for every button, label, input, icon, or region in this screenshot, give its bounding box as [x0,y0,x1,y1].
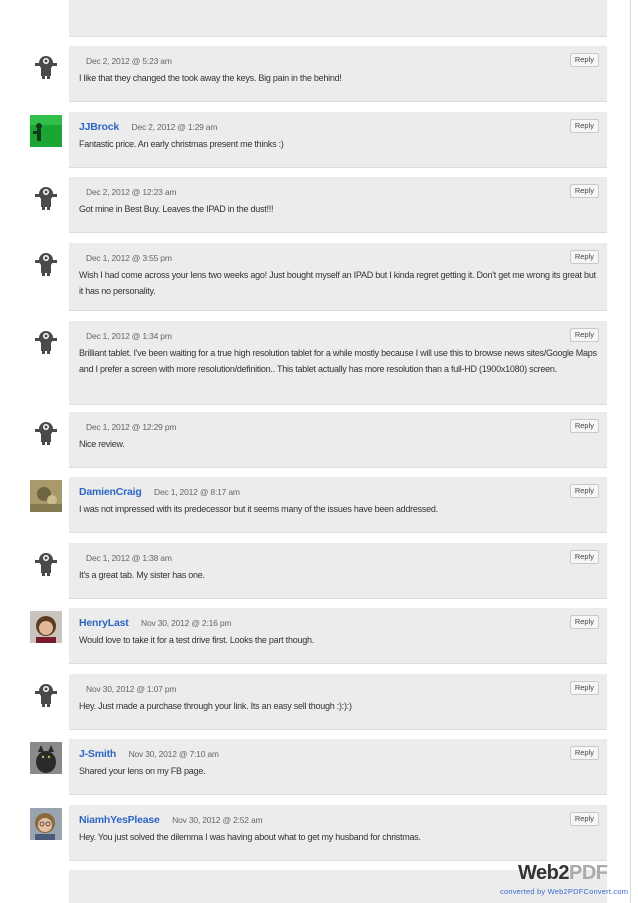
comment-meta: Dec 1, 2012 @ 3:55 pm [79,250,597,264]
robot-avatar-icon [30,415,62,447]
comment-meta: HenryLast Nov 30, 2012 @ 2:16 pm [79,615,597,629]
web2pdf-logo-wordmark: Web2PDF [518,862,608,885]
reply-button[interactable]: Reply [569,746,599,760]
logo-web-text: Web2 [518,862,569,884]
comment-box: Dec 1, 2012 @ 12:29 pm Nice review. Repl… [69,412,607,468]
comment-meta: J-Smith Nov 30, 2012 @ 7:10 am [79,746,597,760]
comment-text: Fantastic price. An early christmas pres… [79,139,284,149]
comment-date: Dec 1, 2012 @ 12:29 pm [86,422,177,432]
comment-meta: JJBrock Dec 2, 2012 @ 1:29 am [79,119,597,133]
comment-box: Dec 1, 2012 @ 1:38 am It's a great tab. … [69,543,607,599]
comment-text: Would love to take it for a test drive f… [79,635,314,645]
comment-meta: Dec 2, 2012 @ 12:23 am [79,184,597,198]
reply-button[interactable]: Reply [569,550,599,564]
comment-meta: NiamhYesPlease Nov 30, 2012 @ 2:52 am [79,812,597,826]
comment-date: Dec 1, 2012 @ 8:17 am [154,487,240,497]
comment-text: Nice review. [79,439,125,449]
robot-avatar-icon [30,546,62,578]
converted-by-text: converted by Web2PDFConvert.com [500,887,629,896]
comment-date: Dec 2, 2012 @ 12:23 am [86,187,177,197]
comment-box: JJBrock Dec 2, 2012 @ 1:29 am Fantastic … [69,112,607,168]
comment-box: NiamhYesPlease Nov 30, 2012 @ 2:52 am He… [69,805,607,861]
comment-author-link[interactable]: HenryLast [79,617,129,629]
comment-text: Wish I had come across your lens two wee… [79,270,596,296]
comment-meta: Dec 1, 2012 @ 1:34 pm [79,328,597,342]
comment-text: Got mine in Best Buy. Leaves the IPAD in… [79,204,274,214]
comment-text: Hey. Just made a purchase through your l… [79,701,352,711]
robot-avatar-icon [30,180,62,212]
comment-date: Nov 30, 2012 @ 1:07 pm [86,684,177,694]
robot-avatar-icon [30,49,62,81]
reply-button[interactable]: Reply [569,615,599,629]
comment-text: Shared your lens on my FB page. [79,766,206,776]
robot-avatar-icon [30,246,62,278]
comment-date: Dec 1, 2012 @ 3:55 pm [86,253,172,263]
photo-avatar-icon [30,480,62,512]
comment-meta: DamienCraig Dec 1, 2012 @ 8:17 am [79,484,597,498]
robot-avatar-icon [30,324,62,356]
reply-button[interactable]: Reply [569,681,599,695]
comment-author-link[interactable]: JJBrock [79,121,119,133]
reply-button[interactable]: Reply [569,119,599,133]
comment-text: It's a great tab. My sister has one. [79,570,205,580]
logo-pdf-text: PDF [568,862,608,884]
comment-author-link[interactable]: DamienCraig [79,486,142,498]
reply-button[interactable]: Reply [569,812,599,826]
comment-date: Nov 30, 2012 @ 7:10 am [128,749,219,759]
comment-box: Dec 1, 2012 @ 3:55 pm Wish I had come ac… [69,243,607,311]
comment-text: I like that they changed the took away t… [79,73,342,83]
comment-date: Nov 30, 2012 @ 2:16 pm [141,618,232,628]
comment-text: I was not impressed with its predecessor… [79,504,438,514]
comment-date: Dec 2, 2012 @ 5:23 am [86,56,172,66]
page-edge-divider [630,0,631,903]
comment-box: HenryLast Nov 30, 2012 @ 2:16 pm Would l… [69,608,607,664]
cat-photo-avatar-icon [30,742,62,774]
comment-date: Dec 1, 2012 @ 1:38 am [86,553,172,563]
green-figure-avatar-icon [30,115,62,147]
comment-box: Nov 30, 2012 @ 1:07 pm Hey. Just made a … [69,674,607,730]
comment-box: DamienCraig Dec 1, 2012 @ 8:17 am I was … [69,477,607,533]
comment-meta: Dec 1, 2012 @ 12:29 pm [79,419,597,433]
comment-text: Brilliant tablet. I've been waiting for … [79,348,597,374]
comment-box: Dec 2, 2012 @ 5:23 am I like that they c… [69,46,607,102]
photo-avatar-icon [30,808,62,840]
reply-button[interactable]: Reply [569,419,599,433]
reply-button[interactable]: Reply [569,328,599,342]
comment-text: Hey. You just solved the dilemma I was h… [79,832,421,842]
comment-meta: Nov 30, 2012 @ 1:07 pm [79,681,597,695]
reply-button[interactable]: Reply [569,53,599,67]
previous-comment-stub [69,0,607,37]
comment-date: Dec 2, 2012 @ 1:29 am [131,122,218,132]
comment-author-link[interactable]: J-Smith [79,748,116,760]
reply-button[interactable]: Reply [569,184,599,198]
comment-meta: Dec 1, 2012 @ 1:38 am [79,550,597,564]
robot-avatar-icon [30,677,62,709]
photo-avatar-icon [30,611,62,643]
reply-button[interactable]: Reply [569,484,599,498]
comment-box: Dec 2, 2012 @ 12:23 am Got mine in Best … [69,177,607,233]
web2pdf-logo[interactable]: Web2PDF converted by Web2PDFConvert.com [500,862,630,896]
comment-date: Nov 30, 2012 @ 2:52 am [172,815,263,825]
comment-meta: Dec 2, 2012 @ 5:23 am [79,53,597,67]
comment-date: Dec 1, 2012 @ 1:34 pm [86,331,172,341]
comment-box: J-Smith Nov 30, 2012 @ 7:10 am Shared yo… [69,739,607,795]
comment-author-link[interactable]: NiamhYesPlease [79,814,160,826]
comment-box: Dec 1, 2012 @ 1:34 pm Brilliant tablet. … [69,321,607,405]
reply-button[interactable]: Reply [569,250,599,264]
